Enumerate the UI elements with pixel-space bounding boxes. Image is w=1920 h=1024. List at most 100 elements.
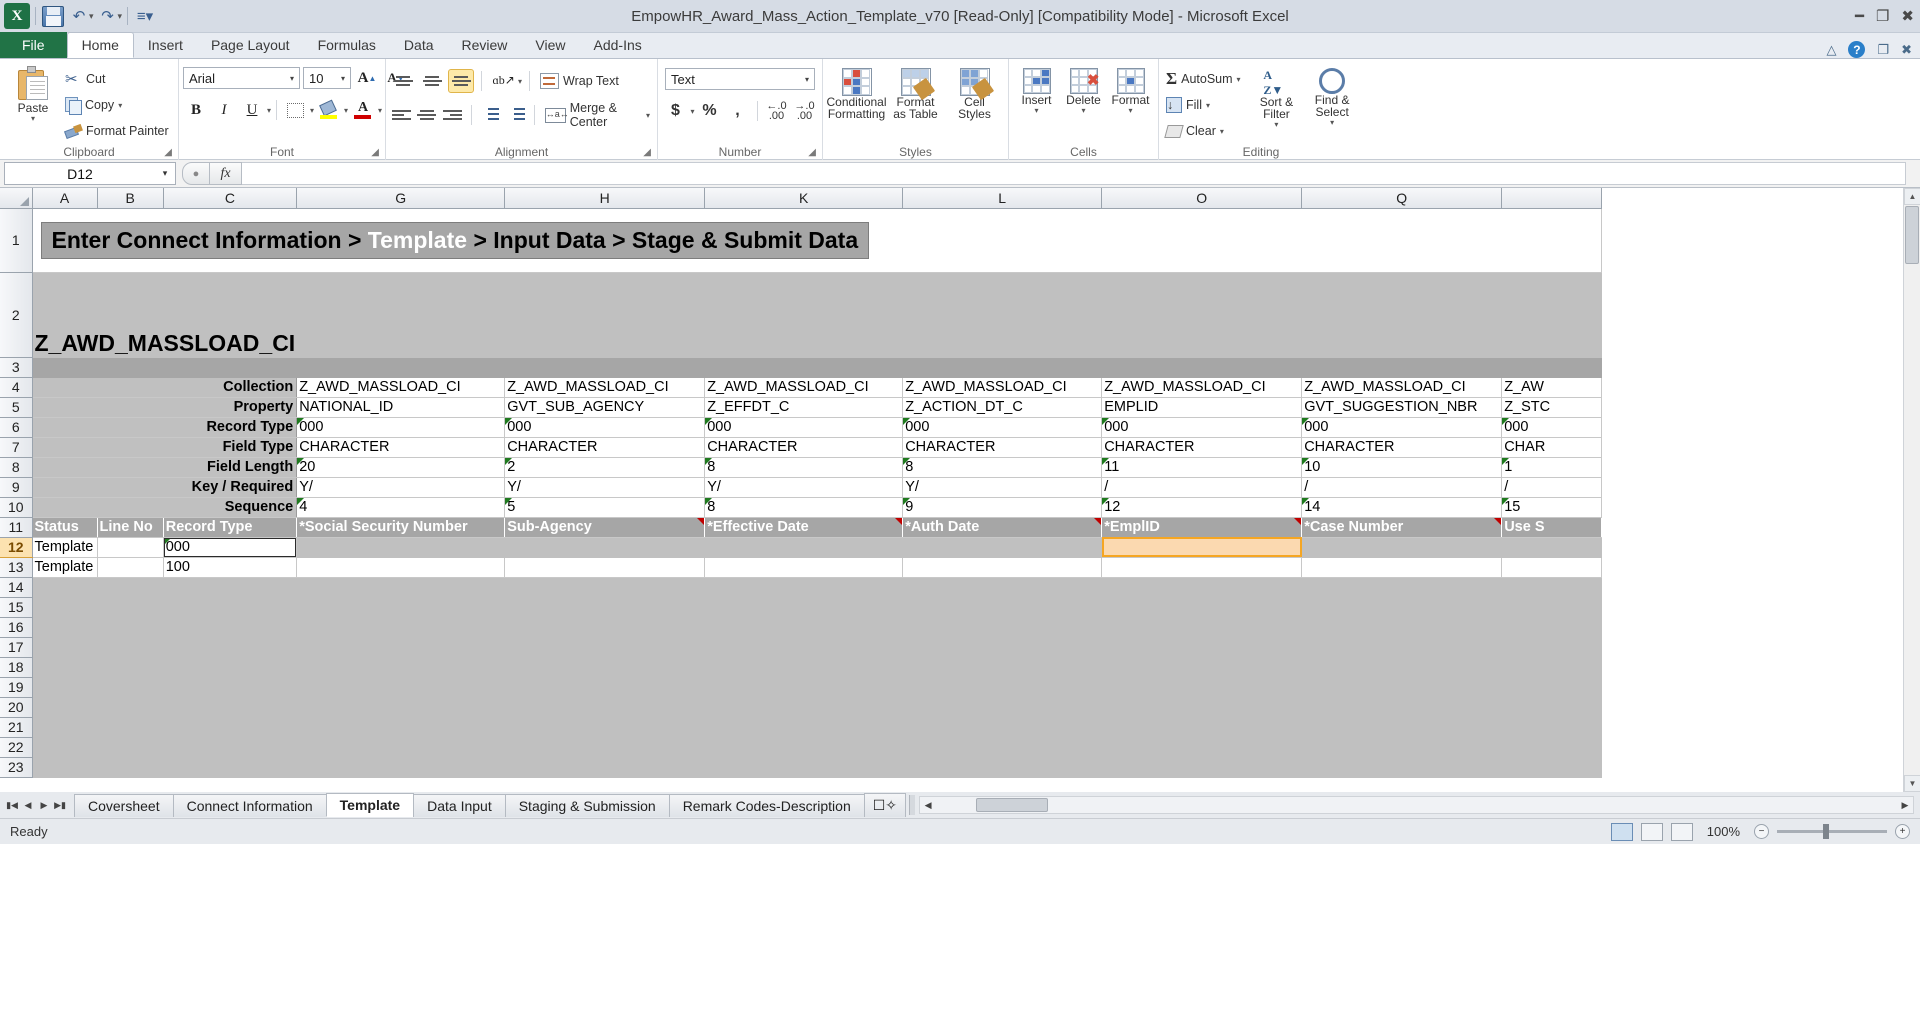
data-cell-auth-date[interactable]	[902, 537, 1103, 558]
data-cell-auth-date[interactable]	[902, 557, 1103, 578]
align-bottom-button[interactable]	[448, 69, 474, 93]
meta-cell[interactable]: GVT_SUGGESTION_NBR	[1301, 397, 1503, 418]
redo-dropdown-icon[interactable]: ▾	[118, 11, 123, 22]
formula-input[interactable]	[242, 162, 1906, 185]
column-header-h[interactable]: H	[504, 188, 706, 209]
column-header-g[interactable]: G	[296, 188, 506, 209]
horizontal-scrollbar[interactable]: ◀ ▶	[919, 796, 1914, 814]
copy-button[interactable]: Copy ▾	[62, 92, 172, 118]
close-icon[interactable]: ✖	[1901, 7, 1914, 25]
increase-decimal-button[interactable]: ←.0.00	[764, 99, 790, 123]
zoom-level[interactable]: 100%	[1701, 824, 1746, 839]
meta-cell[interactable]: Z_AWD_MASSLOAD_CI	[1101, 377, 1303, 398]
meta-cell[interactable]: 1	[1501, 457, 1603, 478]
zoom-in-icon[interactable]: +	[1895, 824, 1910, 839]
comma-format-button[interactable]: ,	[725, 99, 751, 123]
new-sheet-icon[interactable]: ☐✧	[863, 793, 907, 817]
chevron-down-icon[interactable]: ▾	[1220, 127, 1224, 136]
tab-data[interactable]: Data	[390, 32, 448, 58]
column-header-k[interactable]: K	[704, 188, 904, 209]
meta-label-property[interactable]: Property	[32, 397, 298, 418]
field-header-use-s[interactable]: Use S	[1501, 517, 1603, 538]
decrease-indent-button[interactable]	[479, 103, 502, 127]
cell-styles-button[interactable]: Cell Styles	[946, 66, 1004, 120]
scroll-down-icon[interactable]: ▼	[1904, 775, 1920, 792]
row-header-14[interactable]: 14	[0, 577, 33, 598]
data-cell-ssn[interactable]	[296, 557, 506, 578]
underline-dropdown-icon[interactable]: ▾	[267, 106, 271, 115]
meta-cell[interactable]: 000	[902, 417, 1103, 438]
column-header-l[interactable]: L	[902, 188, 1103, 209]
empty-cell[interactable]	[163, 597, 1603, 618]
empty-cell[interactable]	[296, 272, 1603, 358]
empty-cell[interactable]	[163, 677, 1603, 698]
meta-label-collection[interactable]: Collection	[32, 377, 298, 398]
data-cell-use-s[interactable]	[1501, 537, 1603, 558]
column-header-overflow[interactable]	[1501, 188, 1603, 209]
row-header-7[interactable]: 7	[0, 437, 33, 458]
vertical-scrollbar[interactable]: ▲ ▼	[1903, 188, 1920, 792]
expand-formula-bar-icon[interactable]: ●	[182, 162, 210, 185]
meta-cell[interactable]: 9	[902, 497, 1103, 518]
font-name-combo[interactable]: Arial ▾	[183, 67, 300, 89]
fill-color-button[interactable]	[316, 98, 342, 122]
empty-cell[interactable]	[163, 617, 1603, 638]
save-icon[interactable]	[41, 4, 65, 28]
scroll-left-icon[interactable]: ◀	[920, 796, 936, 814]
bold-button[interactable]: B	[183, 98, 209, 122]
minimize-ribbon-icon[interactable]: △	[1826, 42, 1836, 58]
data-cell-effective-date[interactable]	[704, 537, 904, 558]
data-cell-emplid[interactable]	[1101, 537, 1303, 558]
empty-cell[interactable]	[32, 577, 164, 598]
data-cell-record-type[interactable]: 000	[163, 537, 298, 558]
meta-cell[interactable]: CHARACTER	[504, 437, 706, 458]
empty-cell[interactable]	[32, 617, 164, 638]
undo-dropdown-icon[interactable]: ▾	[89, 11, 94, 22]
chevron-down-icon[interactable]: ▾	[1081, 106, 1085, 115]
borders-button[interactable]	[282, 98, 308, 122]
meta-cell[interactable]: Y/	[504, 477, 706, 498]
close-window-icon[interactable]: ✖	[1901, 42, 1912, 58]
field-header-ssn[interactable]: *Social Security Number	[296, 517, 506, 538]
empty-cell[interactable]	[163, 717, 1603, 738]
tab-split-handle[interactable]	[909, 795, 916, 815]
empty-cell[interactable]	[32, 637, 164, 658]
empty-cell[interactable]	[32, 697, 164, 718]
row-header-1[interactable]: 1	[0, 208, 33, 273]
data-cell-case-number[interactable]	[1301, 557, 1503, 578]
meta-cell[interactable]: 8	[704, 497, 904, 518]
chevron-down-icon[interactable]: ▾	[1206, 101, 1210, 110]
number-dialog-launcher-icon[interactable]: ◢	[808, 147, 816, 158]
meta-cell[interactable]: Z_AWD_MASSLOAD_CI	[296, 377, 506, 398]
decrease-decimal-button[interactable]: →.0.00	[792, 99, 818, 123]
meta-label-key-required[interactable]: Key / Required	[32, 477, 298, 498]
row-header-11[interactable]: 11	[0, 517, 33, 538]
banner-cell[interactable]: Enter Connect Information > Template > I…	[32, 208, 1603, 273]
meta-cell[interactable]: Z_AWD_MASSLOAD_CI	[504, 377, 706, 398]
meta-cell[interactable]: Y/	[296, 477, 506, 498]
meta-cell[interactable]: 000	[1101, 417, 1303, 438]
field-header-line-no[interactable]: Line No	[97, 517, 164, 538]
font-color-button[interactable]: A	[350, 98, 376, 122]
sheet-tab-data-input[interactable]: Data Input	[413, 794, 506, 817]
chevron-down-icon[interactable]: ▾	[1330, 118, 1334, 127]
scroll-right-icon[interactable]: ▶	[1897, 796, 1913, 814]
meta-cell[interactable]: CHARACTER	[1301, 437, 1503, 458]
meta-cell[interactable]: Z_AWD_MASSLOAD_CI	[704, 377, 904, 398]
column-header-o[interactable]: O	[1101, 188, 1303, 209]
meta-cell[interactable]: 5	[504, 497, 706, 518]
customize-qat-icon[interactable]: ≡▾	[133, 4, 157, 28]
conditional-formatting-button[interactable]: Conditional Formatting	[826, 66, 887, 120]
meta-cell[interactable]: 10	[1301, 457, 1503, 478]
empty-cell[interactable]	[32, 757, 164, 778]
redo-icon[interactable]: ↷	[96, 4, 120, 28]
meta-label-field-length[interactable]: Field Length	[32, 457, 298, 478]
page-break-view-icon[interactable]	[1670, 822, 1693, 841]
field-header-sub-agency[interactable]: Sub-Agency	[504, 517, 706, 538]
chevron-down-icon[interactable]: ▾	[646, 111, 650, 120]
paste-button[interactable]: Paste ▾	[4, 62, 62, 123]
row-header-4[interactable]: 4	[0, 377, 33, 398]
chevron-down-icon[interactable]: ▾	[1274, 120, 1278, 129]
field-header-status[interactable]: Status	[32, 517, 98, 538]
meta-cell[interactable]: Z_STC	[1501, 397, 1603, 418]
